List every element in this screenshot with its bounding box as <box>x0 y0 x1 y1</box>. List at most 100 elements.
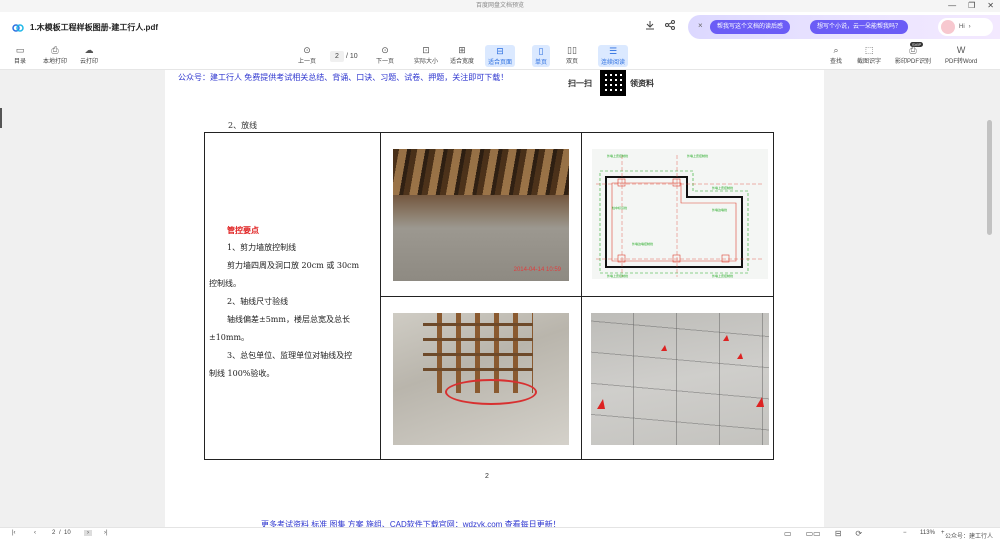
single-page-button[interactable]: ▯ 单页 <box>532 45 551 67</box>
file-title-bar: 1.木模板工程样板图册-建工行人.pdf × 帮我写这个文档的读后感 想写个小说… <box>0 12 1000 42</box>
next-page-button[interactable]: ⊙ 下一页 <box>376 45 394 65</box>
minimize-icon[interactable]: — <box>948 0 956 12</box>
text-line: 控制线。 <box>209 279 241 288</box>
ai-avatar <box>941 20 955 34</box>
cloud-printer-icon: ☁ <box>84 45 94 55</box>
rotate-icon[interactable]: ⟳ <box>855 529 862 538</box>
page-number: 2 <box>485 473 489 480</box>
diagram-label: 外墙上皮控制线 <box>607 273 628 278</box>
page-header-text: 公众号：建工行人 免费提供考试相关总结、背诵、口诀、习题、试卷、押题，关注即可下… <box>178 73 509 82</box>
double-page-button[interactable]: ▯▯ 双页 <box>566 45 578 65</box>
diagram-label: 外墙上皮控制线 <box>712 273 733 278</box>
view-mode-icons: ▭ ▭▭ ⊟ ⟳ <box>784 529 862 538</box>
find-button[interactable]: ⌕ 查找 <box>830 45 842 65</box>
section-title: 2、放线 <box>228 121 258 130</box>
text-line: 1、剪力墙放控制线 <box>227 243 297 252</box>
toc-icon: ▭ <box>15 45 25 55</box>
close-icon[interactable]: ✕ <box>987 0 994 12</box>
page-number-input[interactable]: 2 <box>330 51 344 62</box>
screenshot-ocr-button[interactable]: ⬚ 截图识字 <box>857 45 881 65</box>
toc-label: 目录 <box>14 59 27 65</box>
ai-close-button[interactable]: × <box>698 21 703 30</box>
fit-page-label: 适合页面 <box>488 60 513 66</box>
first-page-icon[interactable]: |‹ <box>12 530 16 536</box>
fit-page-icon: ⊟ <box>496 46 504 56</box>
status-bar: |‹ ‹ 2 / 10 › ›| ▭ ▭▭ ⊟ ⟳ − 113% + 公众号：建… <box>0 527 1000 541</box>
ai-suggestion-button[interactable]: 帮我写这个文档的读后感 <box>710 20 791 34</box>
zoom-in-button[interactable]: + <box>941 530 945 536</box>
sidebar-handle[interactable] <box>0 108 2 128</box>
qr-code <box>600 70 626 96</box>
fit-width-icon: ⊞ <box>458 45 466 55</box>
text-line: 制线 100%验收。 <box>209 369 275 378</box>
diagram-label: 外墙边墙线 <box>712 207 727 212</box>
zoom-level[interactable]: 113% <box>920 530 935 536</box>
local-print-label: 本地打印 <box>43 59 68 65</box>
text-line: 剪力墙四周及洞口放 20cm 或 30cm <box>227 261 360 270</box>
diagram-label: 外墙上皮控制线 <box>712 185 733 190</box>
local-print-button[interactable]: ⎙ 本地打印 <box>43 45 67 65</box>
continuous-read-label: 连续阅读 <box>601 60 626 66</box>
screenshot-icon: ⬚ <box>864 45 874 55</box>
fit-mode-icon[interactable]: ⊟ <box>835 529 842 538</box>
actual-size-icon: ⊡ <box>422 45 430 55</box>
content-table: 管控要点 1、剪力墙放控制线 剪力墙四周及洞口放 20cm 或 30cm 控制线… <box>204 132 774 460</box>
formwork-photo: 2014-04-14 10:59 <box>393 149 569 281</box>
last-page-icon[interactable]: ›| <box>104 530 108 536</box>
layout-line-diagram: 外墙上皮控制线 外墙上皮控制线 外墙上皮控制线 外墙边墙线 柱中标识线 外墙边墙… <box>592 149 768 279</box>
share-icon[interactable] <box>665 20 675 30</box>
arrow-down-circle-icon: ⊙ <box>381 45 389 55</box>
control-points-cell: 管控要点 1、剪力墙放控制线 剪力墙四周及洞口放 20cm 或 30cm 控制线… <box>209 221 377 383</box>
toc-button[interactable]: ▭ 目录 <box>14 45 26 65</box>
search-icon: ⌕ <box>833 45 839 55</box>
scrollbar-thumb[interactable] <box>987 120 992 235</box>
control-points-title: 管控要点 <box>227 225 259 235</box>
pdf-ocr-button[interactable]: ⎙ 影印PDF识别 <box>895 45 931 65</box>
text-line: ±10mm。 <box>209 333 250 342</box>
single-page-label: 单页 <box>535 60 548 66</box>
double-page-icon: ▯▯ <box>567 45 577 55</box>
screenshot-ocr-label: 截图识字 <box>857 59 882 65</box>
formwork-beams <box>393 149 569 195</box>
zoom-out-button[interactable]: − <box>903 530 907 536</box>
text-line: 轴线偏差±5mm，楼层总宽及总长 <box>227 315 350 324</box>
continuous-read-icon: ☰ <box>608 46 618 56</box>
single-page-icon: ▯ <box>538 46 544 56</box>
actual-size-button[interactable]: ⊡ 实际大小 <box>414 45 438 65</box>
restore-icon[interactable]: ❐ <box>968 0 975 12</box>
status-current-page[interactable]: 2 <box>52 530 55 536</box>
red-markers <box>597 335 764 409</box>
next-page-icon[interactable]: › <box>84 530 92 536</box>
fit-width-label: 适合宽度 <box>450 59 475 65</box>
continuous-read-button[interactable]: ☰ 连续阅读 <box>598 45 629 67</box>
qr-right-label: 领资料 <box>630 78 654 88</box>
window-controls: — ❐ ✕ <box>948 0 994 12</box>
rebar-photo <box>393 313 569 445</box>
photo-timestamp: 2014-04-14 10:59 <box>513 267 561 273</box>
pdf-to-word-button[interactable]: W PDF转Word <box>945 45 977 65</box>
printer-icon: ⎙ <box>51 45 59 55</box>
prev-page-icon[interactable]: ‹ <box>34 530 36 536</box>
find-label: 查找 <box>830 59 843 65</box>
qr-left-label: 扫一扫 <box>568 78 592 88</box>
download-icon[interactable] <box>645 20 655 30</box>
document-viewer[interactable]: 公众号：建工行人 免费提供考试相关总结、背诵、口诀、习题、试卷、押题，关注即可下… <box>0 70 1000 529</box>
ai-greeting-button[interactable]: Hi › <box>938 18 993 36</box>
pdf-ocr-label: 影印PDF识别 <box>895 59 932 65</box>
fit-page-button[interactable]: ⊟ 适合页面 <box>485 45 516 67</box>
diagram-label: 外墙上皮控制线 <box>607 153 628 158</box>
double-page-mode-icon[interactable]: ▭▭ <box>806 529 821 538</box>
single-page-mode-icon[interactable]: ▭ <box>784 529 792 538</box>
prev-page-button[interactable]: ⊙ 上一页 <box>298 45 316 65</box>
table-divider <box>380 296 773 297</box>
cloud-print-label: 云打印 <box>80 59 99 65</box>
fit-width-button[interactable]: ⊞ 适合宽度 <box>450 45 474 65</box>
page-separator: / <box>345 53 348 60</box>
highlight-ellipse <box>445 379 537 405</box>
pdf-to-word-label: PDF转Word <box>945 59 978 65</box>
cloud-print-button[interactable]: ☁ 云打印 <box>80 45 98 65</box>
ai-suggestion-button[interactable]: 想写个小说，云一朵能帮我吗？ <box>810 20 909 34</box>
arrow-up-circle-icon: ⊙ <box>303 45 311 55</box>
ai-assistant-bar: × 帮我写这个文档的读后感 想写个小说，云一朵能帮我吗？ Hi › <box>688 15 1000 39</box>
floor-layout-photo <box>591 313 769 445</box>
